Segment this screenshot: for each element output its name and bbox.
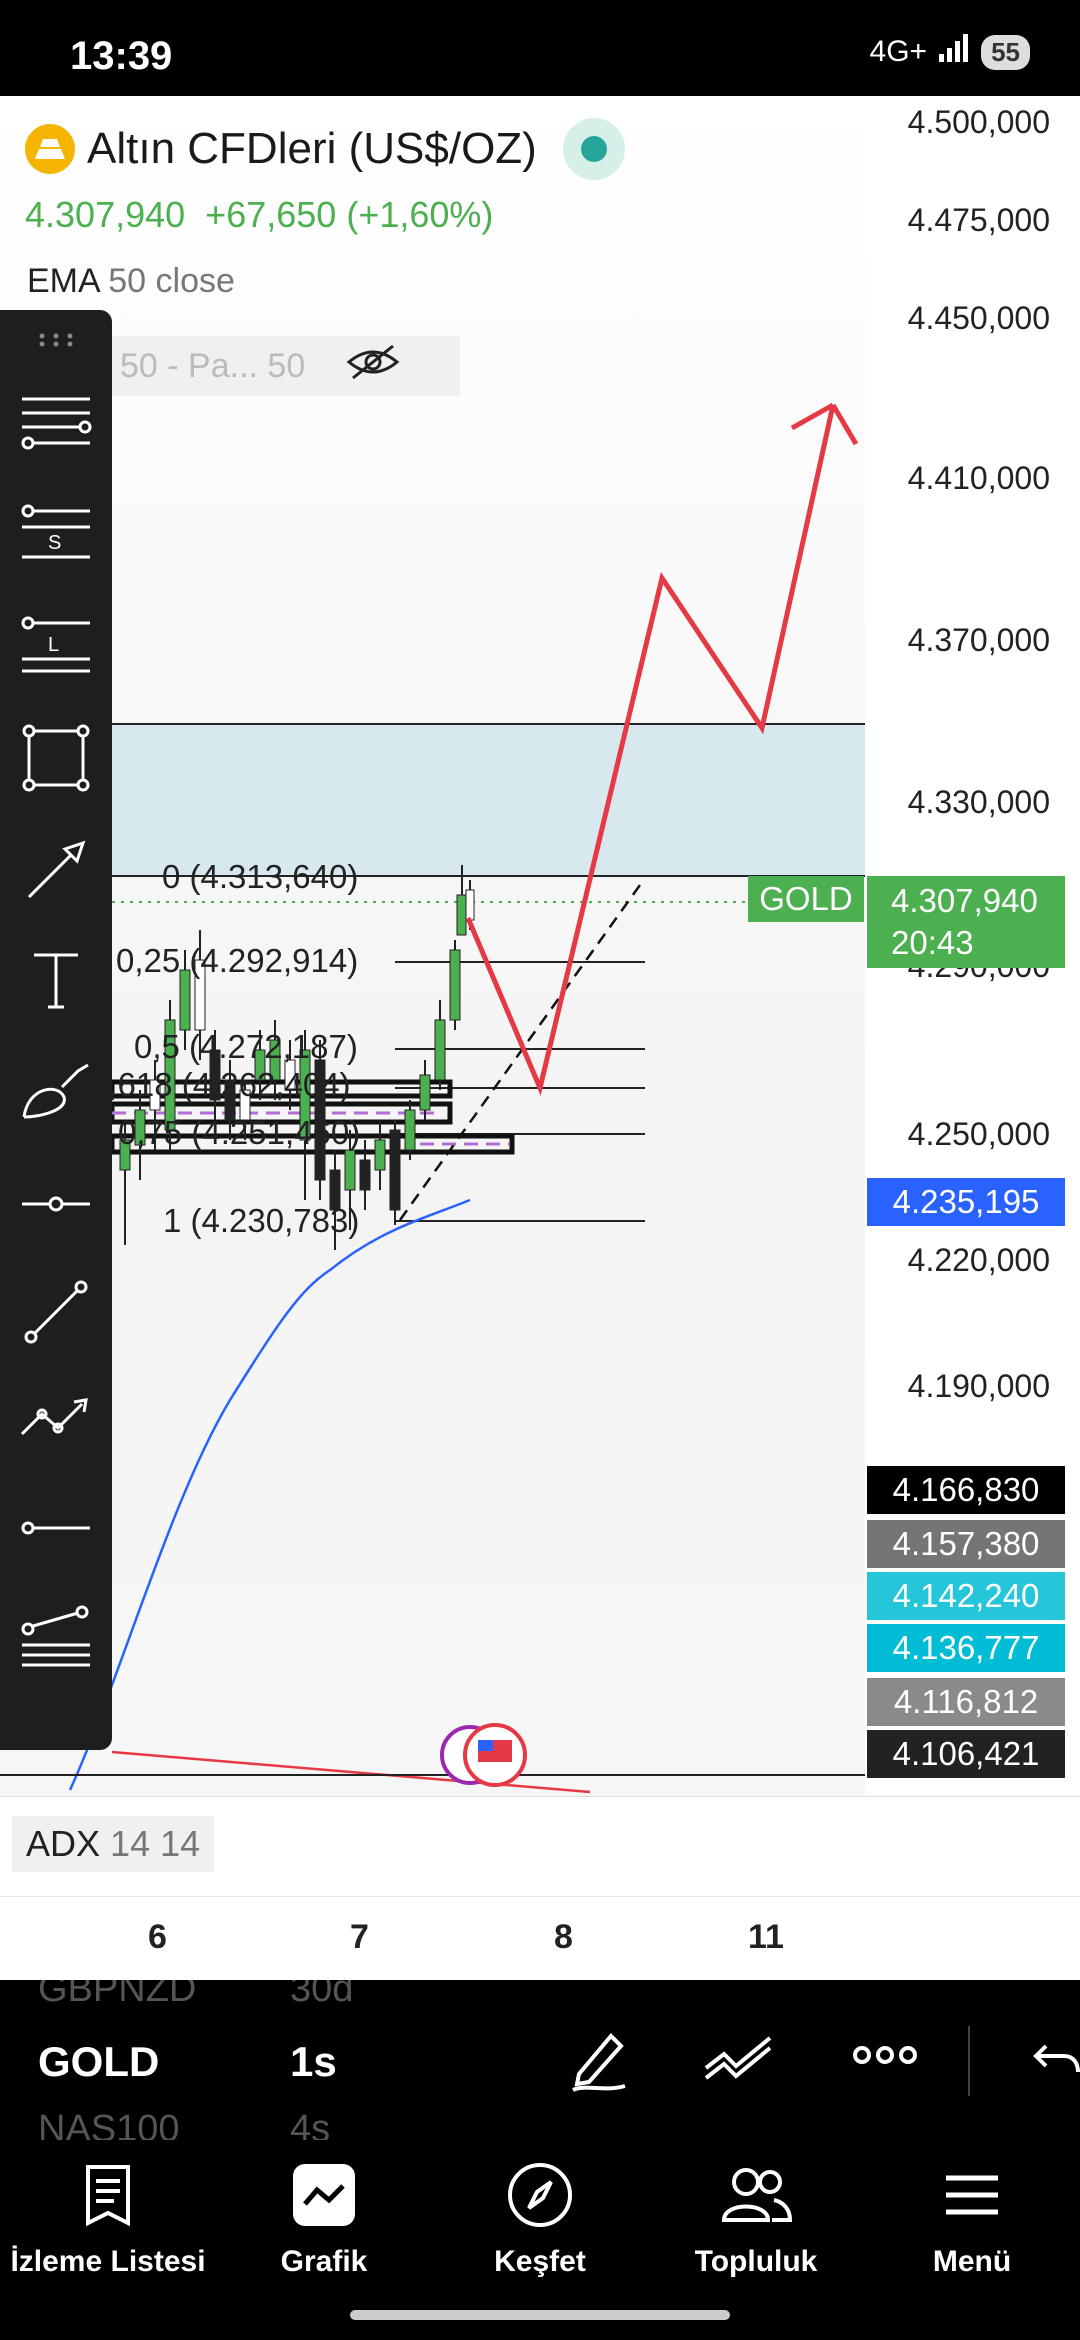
network-label: 4G+ <box>869 35 928 68</box>
hidden-indicator-label: 50 - Pa... 50 <box>120 346 306 385</box>
adx-params: 14 14 <box>110 1823 201 1864</box>
price-tag: 4.142,240 <box>867 1572 1065 1620</box>
price-axis-label: 4.250,000 <box>907 1116 1050 1152</box>
stop-loss-tool-icon[interactable]: S <box>16 494 96 574</box>
nav-label: Topluluk <box>694 2245 818 2278</box>
fib-label-1: 1 (4.230,783) <box>163 1202 360 1239</box>
line-segment-tool-icon[interactable] <box>16 1488 96 1568</box>
symbol-title: Altın CFDleri (US$/OZ) <box>87 124 537 173</box>
price-axis-label: 4.475,000 <box>907 202 1050 238</box>
time-axis-label: 11 <box>748 1918 784 1956</box>
nav-label: Keşfet <box>494 2245 586 2278</box>
svg-text:S: S <box>48 532 61 554</box>
nav-community[interactable]: Topluluk <box>656 2155 856 2279</box>
current-price-tag: 4.307,940 20:43 <box>867 876 1065 968</box>
price-tag: 4.157,380 <box>867 1520 1065 1568</box>
price-axis-label: 4.370,000 <box>907 622 1050 658</box>
supply-zone <box>112 724 865 876</box>
status-time: 13:39 <box>70 34 173 78</box>
compass-icon <box>500 2155 580 2235</box>
price-axis-label: 4.410,000 <box>907 460 1050 496</box>
gold-bar-icon <box>25 124 75 174</box>
blue-price-tag: 4.235,195 <box>867 1178 1065 1226</box>
hidden-indicator-legend[interactable]: 50 - Pa... 50 <box>110 336 460 396</box>
horizontal-lines-tool-icon[interactable] <box>16 382 96 462</box>
time-axis-label: 8 <box>554 1918 573 1956</box>
current-price-value: 4.307,940 <box>891 882 1038 919</box>
time-axis-label: 6 <box>148 1918 167 1956</box>
drawing-toolbar: S L <box>0 310 112 1750</box>
ema-name: EMA <box>27 262 99 300</box>
drag-handle-icon[interactable] <box>16 320 96 360</box>
toolbar-divider <box>968 2026 970 2096</box>
price-change-percent: (+1,60%) <box>346 194 494 235</box>
next-symbol: NAS100 <box>38 2108 180 2140</box>
price-axis-label: 4.190,000 <box>907 1368 1050 1404</box>
nav-chart[interactable]: Grafik <box>224 2155 424 2279</box>
adx-name: ADX <box>26 1823 101 1864</box>
drawing-templates-icon[interactable] <box>700 2024 776 2099</box>
nav-label: Grafik <box>280 2245 368 2278</box>
price-change-row: 4.307,940 +67,650 (+1,60%) <box>25 194 493 236</box>
status-icons: 4G+ 55 <box>870 34 1030 70</box>
chart-icon <box>284 2155 364 2235</box>
more-options-icon[interactable] <box>852 2040 918 2075</box>
community-icon <box>716 2155 796 2235</box>
brush-tool-icon[interactable] <box>16 1052 96 1132</box>
fib-label-075: 0,75 (4.251,460) <box>118 1114 361 1151</box>
nav-explore[interactable]: Keşfet <box>440 2155 640 2279</box>
arrow-tool-icon[interactable] <box>16 830 96 910</box>
price-axis-label: 4.500,000 <box>907 104 1050 140</box>
price-axis-label: 4.220,000 <box>907 1242 1050 1278</box>
nav-watchlist[interactable]: İzleme Listesi <box>8 2155 208 2279</box>
nav-label: İzleme Listesi <box>10 2245 206 2278</box>
ema-legend[interactable]: EMA 50 close <box>27 262 235 301</box>
market-status-icon[interactable] <box>562 118 625 180</box>
bar-countdown: 20:43 <box>891 924 974 961</box>
text-tool-icon[interactable] <box>16 940 96 1020</box>
adx-legend[interactable]: ADX 14 14 <box>12 1816 215 1872</box>
prev-symbol: GBPNZD <box>38 1980 197 2010</box>
pencil-icon[interactable] <box>565 2024 635 2099</box>
rectangle-tool-icon[interactable] <box>16 718 96 798</box>
prev-interval: 30d <box>290 1980 354 2010</box>
watchlist-icon <box>68 2155 148 2235</box>
fib-label-0: 0 (4.313,640) <box>162 858 359 895</box>
ema-params: 50 close <box>108 262 235 300</box>
price-tag: 4.166,830 <box>867 1466 1065 1514</box>
fib-label-05: 0,5 (4.272,187) <box>134 1028 358 1065</box>
price-axis-label: 4.330,000 <box>907 784 1050 820</box>
signal-icon <box>939 34 969 70</box>
limit-tool-icon[interactable]: L <box>16 606 96 686</box>
nav-label: Menü <box>932 2245 1012 2278</box>
symbol-selector[interactable]: GOLD <box>38 2038 159 2086</box>
price-axis-label: 4.450,000 <box>907 300 1050 336</box>
menu-icon <box>932 2155 1012 2235</box>
horizontal-ray-tool-icon[interactable] <box>16 1164 96 1244</box>
trend-line-tool-icon[interactable] <box>16 1272 96 1352</box>
home-indicator[interactable] <box>350 2310 730 2320</box>
undo-icon[interactable] <box>1030 2036 1080 2091</box>
symbol-interval-bar: GBPNZD 30d GOLD 1s NAS100 4s <box>0 1980 1080 2140</box>
svg-text:L: L <box>48 634 59 656</box>
fib-label-0618: 0,618 (4.262,404) <box>90 1066 351 1103</box>
price-tag: 4.106,421 <box>867 1730 1065 1778</box>
time-axis-label: 7 <box>350 1918 369 1956</box>
more-tools-icon[interactable] <box>16 1596 96 1676</box>
price-tag: 4.116,812 <box>867 1678 1065 1726</box>
interval-selector[interactable]: 1s <box>290 2038 337 2086</box>
symbol-price-tag: GOLD <box>748 876 864 922</box>
next-interval: 4s <box>290 2108 331 2140</box>
pattern-tool-icon[interactable] <box>16 1380 96 1460</box>
battery-icon: 55 <box>981 34 1030 70</box>
fib-label-025: 0,25 (4.292,914) <box>116 942 359 979</box>
last-price: 4.307,940 <box>25 194 186 235</box>
price-tag: 4.136,777 <box>867 1624 1065 1672</box>
nav-menu[interactable]: Menü <box>872 2155 1072 2279</box>
price-change: +67,650 <box>205 194 337 235</box>
eye-hidden-icon[interactable] <box>345 342 401 391</box>
symbol-header[interactable]: Altın CFDleri (US$/OZ) <box>25 118 625 180</box>
